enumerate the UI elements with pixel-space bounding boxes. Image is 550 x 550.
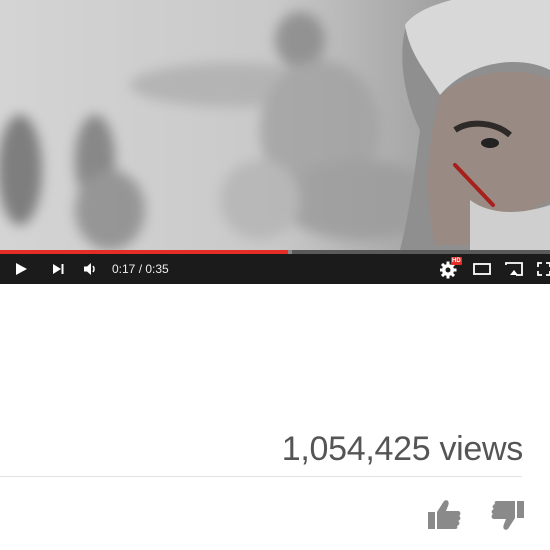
volume-button[interactable] <box>78 254 102 284</box>
dislike-button[interactable] <box>488 496 528 534</box>
time-display: 0:17 / 0:35 <box>112 254 169 284</box>
like-icon <box>428 500 461 529</box>
dislike-icon <box>491 501 524 530</box>
duration: 0:35 <box>145 262 169 276</box>
play-button[interactable] <box>8 254 34 284</box>
current-time: 0:17 <box>112 262 136 276</box>
time-separator: / <box>135 262 146 276</box>
hd-badge: HD <box>451 257 462 265</box>
theater-mode-icon <box>473 263 491 275</box>
play-icon <box>16 263 27 275</box>
video-still-image <box>0 0 550 250</box>
settings-button[interactable]: HD <box>438 254 464 284</box>
next-button[interactable] <box>46 254 70 284</box>
view-count: 1,054,425 views <box>281 430 524 468</box>
fullscreen-button[interactable] <box>534 254 550 284</box>
theater-mode-button[interactable] <box>470 254 494 284</box>
cast-button[interactable] <box>502 254 526 284</box>
fullscreen-icon <box>537 262 550 276</box>
divider <box>0 476 522 477</box>
next-icon <box>53 264 64 274</box>
volume-icon <box>84 263 95 275</box>
cast-icon <box>505 262 523 276</box>
video-frame[interactable] <box>0 0 550 250</box>
player-controls: 0:17 / 0:35 HD <box>0 254 550 284</box>
like-button[interactable] <box>424 496 464 534</box>
